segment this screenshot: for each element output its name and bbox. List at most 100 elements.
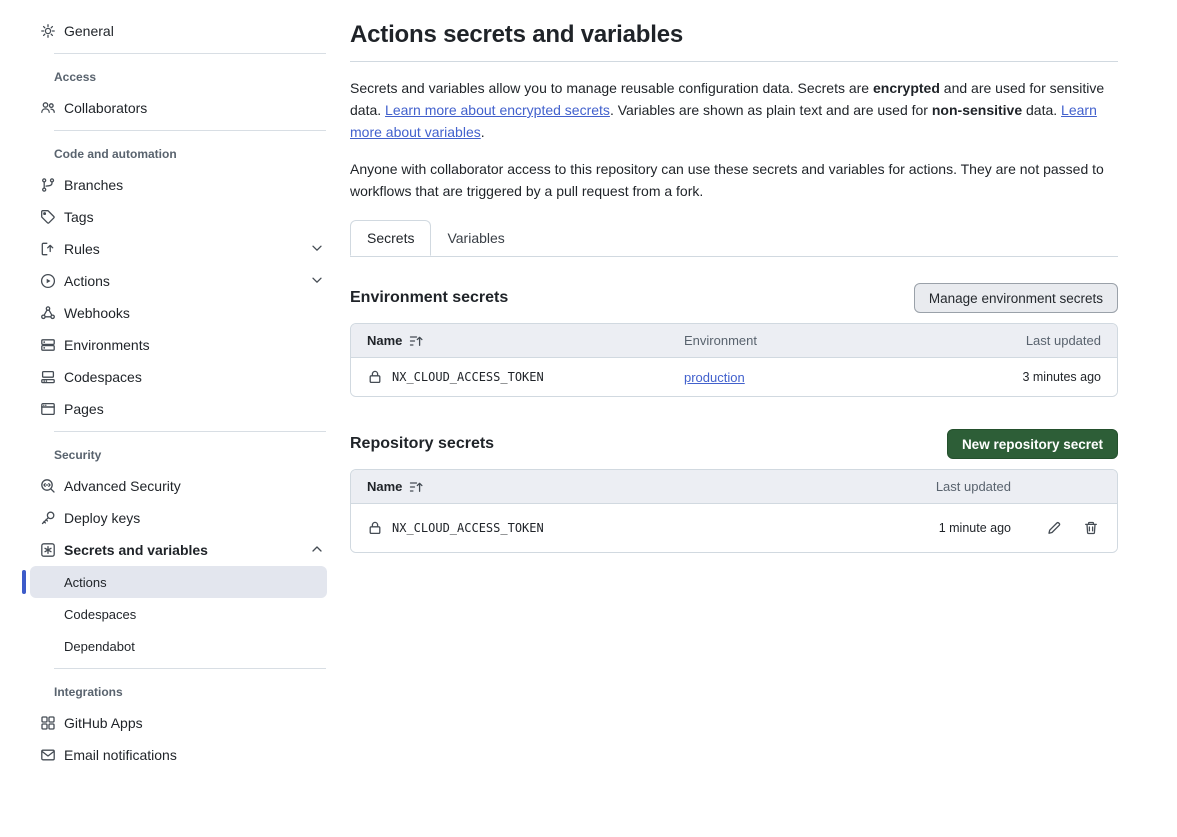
sidebar-item-label: Codespaces xyxy=(64,607,136,622)
sidebar-item-label: Rules xyxy=(64,241,100,257)
sidebar-item-label: General xyxy=(64,23,114,39)
last-updated-cell: 3 minutes ago xyxy=(937,370,1117,384)
codespaces-icon xyxy=(40,369,56,385)
sidebar-item-branches[interactable]: Branches xyxy=(30,169,327,201)
sidebar-item-pages[interactable]: Pages xyxy=(30,393,327,425)
intro-text: . Variables are shown as plain text and … xyxy=(610,102,932,118)
new-repository-secret-button[interactable]: New repository secret xyxy=(947,429,1118,459)
column-header-last-updated: Last updated xyxy=(937,333,1117,348)
column-header-environment: Environment xyxy=(684,333,937,348)
column-header-label: Name xyxy=(367,333,402,348)
repository-secrets-heading: Repository secrets xyxy=(350,435,494,453)
edit-secret-button[interactable] xyxy=(1046,520,1062,536)
intro-bold-non-sensitive: non-sensitive xyxy=(932,102,1022,118)
sidebar-item-label: Environments xyxy=(64,337,150,353)
environment-secrets-table: Name Environment Last updated NX_CLOUD_A… xyxy=(350,323,1118,397)
sidebar-item-label: Collaborators xyxy=(64,100,147,116)
sidebar-item-label: Webhooks xyxy=(64,305,130,321)
column-header-name[interactable]: Name xyxy=(351,333,684,349)
sidebar-subitem-actions[interactable]: Actions xyxy=(30,566,327,598)
mail-icon xyxy=(40,747,56,763)
divider xyxy=(54,668,326,669)
sidebar-item-label: Email notifications xyxy=(64,747,177,763)
sidebar-item-label: Codespaces xyxy=(64,369,142,385)
people-icon xyxy=(40,100,56,116)
environment-secret-row: NX_CLOUD_ACCESS_TOKEN production 3 minut… xyxy=(351,358,1117,396)
webhook-icon xyxy=(40,305,56,321)
chevron-down-icon xyxy=(309,272,325,291)
intro-bold-encrypted: encrypted xyxy=(873,80,940,96)
sidebar-section-integrations: Integrations xyxy=(54,685,327,699)
sidebar-item-advanced-security[interactable]: Advanced Security xyxy=(30,470,327,502)
column-header-last-updated: Last updated xyxy=(901,479,1011,494)
sidebar-section-access: Access xyxy=(54,70,327,84)
column-header-name[interactable]: Name xyxy=(351,479,901,495)
browser-icon xyxy=(40,401,56,417)
sidebar-subitem-codespaces[interactable]: Codespaces xyxy=(30,598,327,630)
git-branch-icon xyxy=(40,177,56,193)
play-circle-icon xyxy=(40,273,56,289)
intro-paragraph-1: Secrets and variables allow you to manag… xyxy=(350,77,1118,143)
sidebar-item-collaborators[interactable]: Collaborators xyxy=(30,92,327,124)
sort-ascending-icon xyxy=(408,479,424,495)
sidebar-item-label: Actions xyxy=(64,575,107,590)
sidebar-item-rules[interactable]: Rules xyxy=(30,233,327,265)
sidebar-item-environments[interactable]: Environments xyxy=(30,329,327,361)
sidebar-item-label: GitHub Apps xyxy=(64,715,143,731)
sidebar-item-general[interactable]: General xyxy=(30,15,327,47)
sidebar-item-label: Secrets and variables xyxy=(64,542,208,558)
intro-paragraph-2: Anyone with collaborator access to this … xyxy=(350,158,1118,202)
manage-environment-secrets-button[interactable]: Manage environment secrets xyxy=(914,283,1118,313)
environment-secrets-heading: Environment secrets xyxy=(350,289,508,307)
last-updated-cell: 1 minute ago xyxy=(901,521,1011,535)
sidebar-item-label: Tags xyxy=(64,209,94,225)
lock-icon xyxy=(367,520,383,536)
tab-secrets[interactable]: Secrets xyxy=(350,220,431,256)
column-header-label: Name xyxy=(367,479,402,494)
delete-secret-button[interactable] xyxy=(1083,520,1099,536)
sidebar-item-label: Deploy keys xyxy=(64,510,140,526)
sort-ascending-icon xyxy=(408,333,424,349)
secret-name: NX_CLOUD_ACCESS_TOKEN xyxy=(392,370,544,384)
intro-text: Secrets and variables allow you to manag… xyxy=(350,80,873,96)
sidebar-item-deploy-keys[interactable]: Deploy keys xyxy=(30,502,327,534)
sidebar-item-codespaces[interactable]: Codespaces xyxy=(30,361,327,393)
sidebar-item-tags[interactable]: Tags xyxy=(30,201,327,233)
sidebar-section-code-automation: Code and automation xyxy=(54,147,327,161)
title-divider xyxy=(350,61,1118,62)
repository-secrets-header-row: Repository secrets New repository secret xyxy=(350,429,1118,459)
divider xyxy=(54,53,326,54)
sidebar-item-email-notifications[interactable]: Email notifications xyxy=(30,739,327,771)
main-content: Actions secrets and variables Secrets an… xyxy=(350,0,1118,553)
sidebar-item-github-apps[interactable]: GitHub Apps xyxy=(30,707,327,739)
sidebar-item-label: Advanced Security xyxy=(64,478,181,494)
divider xyxy=(54,431,326,432)
key-icon xyxy=(40,510,56,526)
repository-secret-row: NX_CLOUD_ACCESS_TOKEN 1 minute ago xyxy=(351,504,1117,552)
sidebar-item-label: Dependabot xyxy=(64,639,135,654)
tag-icon xyxy=(40,209,56,225)
rules-icon xyxy=(40,241,56,257)
environment-secrets-table-header: Name Environment Last updated xyxy=(351,324,1117,358)
learn-more-encrypted-secrets-link[interactable]: Learn more about encrypted secrets xyxy=(385,102,610,118)
server-icon xyxy=(40,337,56,353)
page-title: Actions secrets and variables xyxy=(350,21,1118,49)
sidebar-item-label: Actions xyxy=(64,273,110,289)
repository-secrets-table-header: Name Last updated xyxy=(351,470,1117,504)
tab-variables[interactable]: Variables xyxy=(431,220,520,256)
secrets-variables-tabnav: Secrets Variables xyxy=(350,220,1118,257)
secret-name-cell: NX_CLOUD_ACCESS_TOKEN xyxy=(351,520,901,536)
gear-icon xyxy=(40,23,56,39)
repository-secrets-table: Name Last updated NX_CLOUD_ACCESS_TOKEN … xyxy=(350,469,1118,553)
secret-name-cell: NX_CLOUD_ACCESS_TOKEN xyxy=(351,369,684,385)
secret-name: NX_CLOUD_ACCESS_TOKEN xyxy=(392,521,544,535)
asterisk-box-icon xyxy=(40,542,56,558)
environment-link[interactable]: production xyxy=(684,370,745,385)
sidebar-subitem-dependabot[interactable]: Dependabot xyxy=(30,630,327,662)
sidebar-item-webhooks[interactable]: Webhooks xyxy=(30,297,327,329)
environment-secrets-header-row: Environment secrets Manage environment s… xyxy=(350,283,1118,313)
sidebar-item-secrets-and-variables[interactable]: Secrets and variables xyxy=(30,534,327,566)
sidebar-item-actions[interactable]: Actions xyxy=(30,265,327,297)
codescan-icon xyxy=(40,478,56,494)
row-actions xyxy=(1011,520,1117,536)
